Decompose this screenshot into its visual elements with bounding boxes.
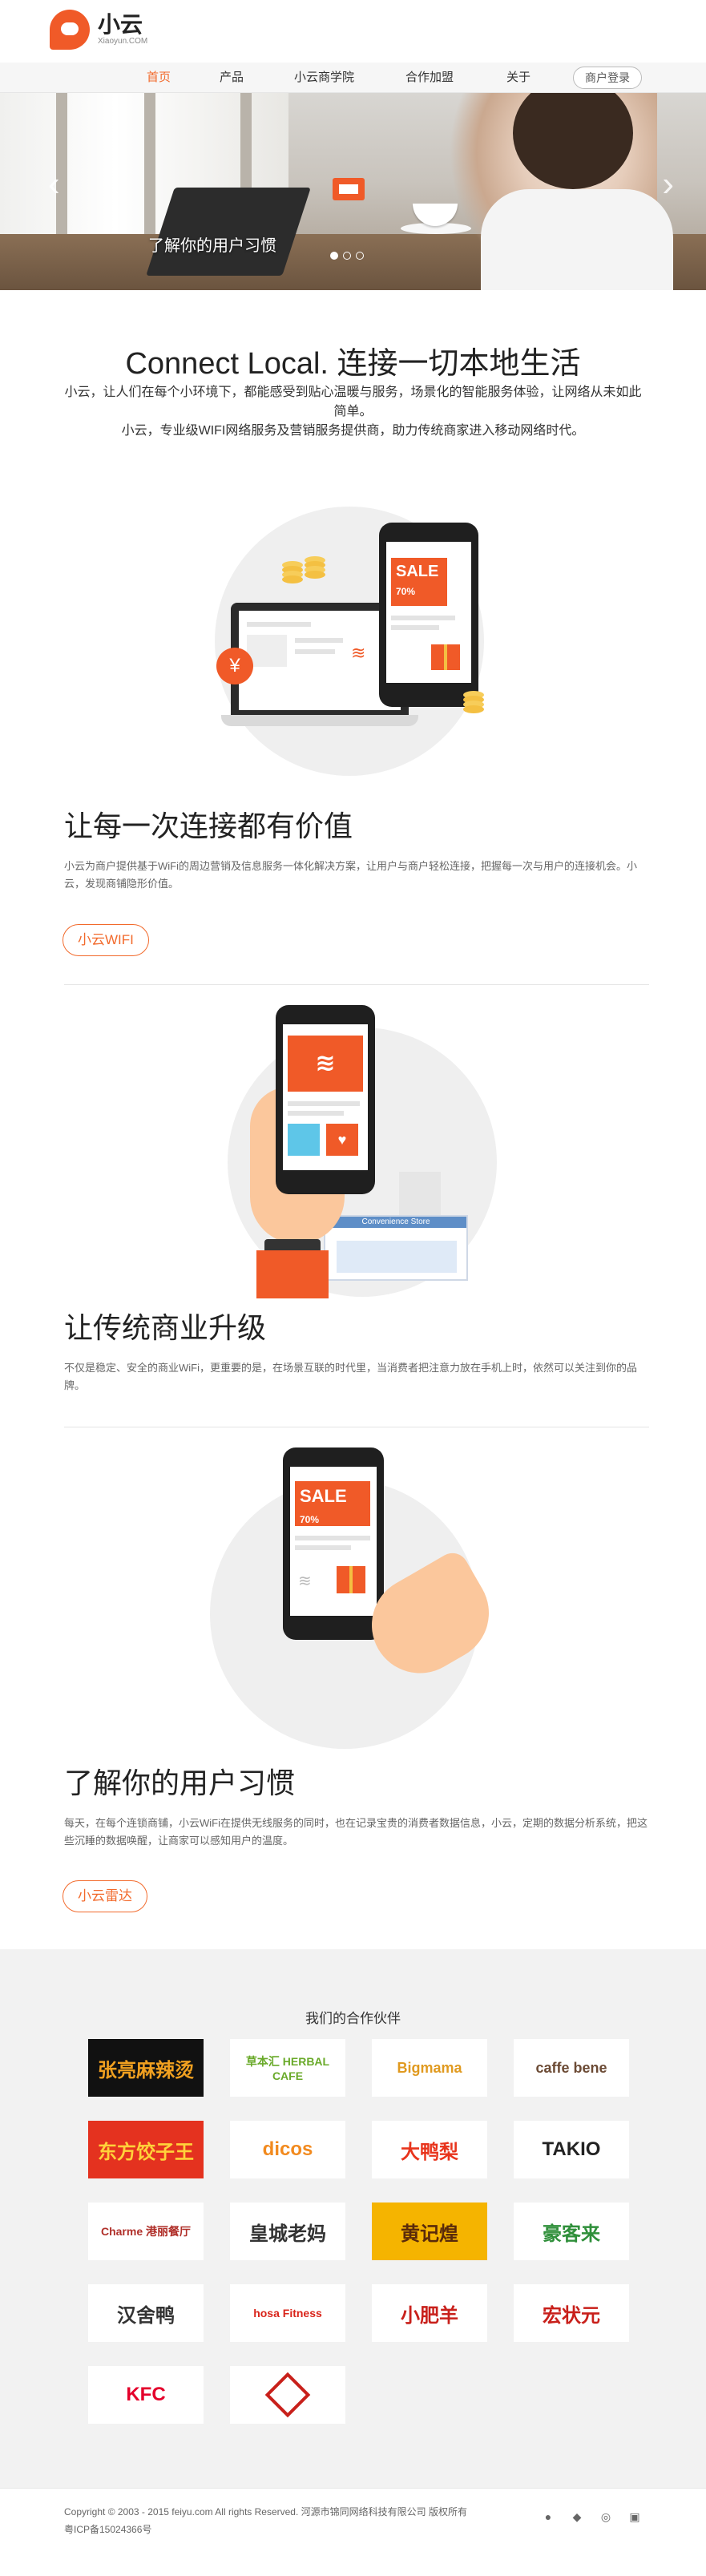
- feature-description: 每天，在每个连锁商铺，小云WiFi在提供无线服务的同时，也在记录宝贵的消费者数据…: [64, 1817, 648, 1847]
- feature-title: 让传统商业升级: [64, 1311, 267, 1344]
- chevron-right-icon[interactable]: ›: [662, 167, 674, 202]
- weibo-icon[interactable]: ◎: [599, 2509, 613, 2524]
- partner-logo[interactable]: 汉舍鸭: [88, 2284, 204, 2342]
- partner-logo[interactable]: 大鸭梨: [372, 2121, 487, 2178]
- carousel-dots: [330, 252, 364, 260]
- partner-logo[interactable]: 东方饺子王: [88, 2121, 204, 2178]
- image-thumbnail: [288, 1124, 320, 1156]
- partner-logo[interactable]: KFC: [88, 2366, 204, 2424]
- sale-label: SALE: [396, 563, 439, 580]
- gift-icon: [431, 644, 460, 670]
- wechat-icon[interactable]: ●: [541, 2509, 555, 2524]
- store-sign: Convenience Store: [325, 1217, 466, 1228]
- hero-photo-laptop: [146, 188, 311, 276]
- qq-icon[interactable]: ◆: [570, 2509, 584, 2524]
- partner-logo[interactable]: 小肥羊: [372, 2284, 487, 2342]
- partner-logo[interactable]: TAKIO: [514, 2121, 629, 2178]
- partner-logo[interactable]: 黄记煌: [372, 2203, 487, 2260]
- partner-logo[interactable]: Charme 港丽餐厅: [88, 2203, 204, 2260]
- feature-description: 不仅是稳定、安全的商业WiFi，更重要的是，在场景互联的时代里，当消费者把注意力…: [64, 1362, 637, 1391]
- merchant-login-button[interactable]: 商户登录: [573, 67, 642, 89]
- intro-paragraph-2: 小云，专业级WIFI网络服务及营销服务提供商，助力传统商家进入移动网络时代。: [121, 424, 585, 438]
- feature-title: 让每一次连接都有价值: [64, 810, 353, 842]
- main-nav: 首页 产品 小云商学院 合作加盟 关于 商户登录: [0, 63, 706, 93]
- xiaoyun-wifi-button[interactable]: 小云WIFI: [63, 924, 149, 956]
- partner-logo[interactable]: dicos: [230, 2121, 345, 2178]
- feature-description: 小云为商户提供基于WiFi的周边营销及信息服务一体化解决方案，让用户与商户轻松连…: [64, 860, 637, 890]
- yen-icon: ¥: [216, 648, 253, 684]
- gift-icon: [337, 1566, 365, 1593]
- hero-caption: 了解你的用户习惯: [148, 237, 276, 255]
- hero-carousel[interactable]: 了解你的用户习惯 ‹ ›: [0, 93, 706, 290]
- nav-item-partnership[interactable]: 合作加盟: [405, 63, 454, 93]
- partner-logo[interactable]: hosa Fitness: [230, 2284, 345, 2342]
- brand-logo[interactable]: 小云 Xiaoyun.COM: [50, 10, 147, 50]
- partners-title: 我们的合作伙伴: [305, 2011, 401, 2026]
- discount-label: 70%: [300, 1514, 320, 1525]
- partners-section: 我们的合作伙伴 张亮麻辣烫 草本汇 HERBAL CAFE Bigmama caffe…: [0, 1949, 706, 2488]
- discount-label: 70%: [396, 586, 416, 597]
- carousel-dot[interactable]: [356, 252, 364, 260]
- wifi-icon: ≋: [298, 1573, 312, 1590]
- partner-logo[interactable]: [230, 2366, 345, 2424]
- brand-name: 小云: [98, 12, 143, 37]
- social-icons: ● ◆ ◎ ▣: [541, 2509, 642, 2524]
- feature-title: 了解你的用户习惯: [64, 1766, 296, 1799]
- nav-item-home[interactable]: 首页: [147, 63, 171, 93]
- partner-logo[interactable]: 草本汇 HERBAL CAFE: [230, 2039, 345, 2097]
- partner-logo[interactable]: Bigmama: [372, 2039, 487, 2097]
- partner-logo[interactable]: 张亮麻辣烫: [88, 2039, 204, 2097]
- heart-icon: ♥: [326, 1124, 358, 1156]
- icp-license-text[interactable]: 粤ICP备15024366号: [64, 2521, 513, 2538]
- nav-item-products[interactable]: 产品: [220, 63, 244, 93]
- wifi-icon: ≋: [351, 643, 366, 663]
- header: 小云 Xiaoyun.COM: [0, 0, 706, 63]
- intro-paragraph-1: 小云，让人们在每个小环境下，都能感受到贴心温暖与服务，场景化的智能服务体验，让网…: [64, 386, 642, 418]
- partner-logo[interactable]: 宏状元: [514, 2284, 629, 2342]
- xiaoyun-radar-button[interactable]: 小云雷达: [63, 1880, 147, 1912]
- partner-logo[interactable]: 豪客来: [514, 2203, 629, 2260]
- brand-domain: Xiaoyun.COM: [98, 37, 148, 46]
- intro-title: Connect Local. 连接一切本地生活: [125, 347, 581, 381]
- nav-item-about[interactable]: 关于: [506, 63, 531, 93]
- partner-logo[interactable]: caffe bene: [514, 2039, 629, 2097]
- copyright-text: Copyright © 2003 - 2015 feiyu.com All ri…: [64, 2506, 467, 2517]
- tencent-weibo-icon[interactable]: ▣: [627, 2509, 642, 2524]
- carousel-dot[interactable]: [330, 252, 338, 260]
- partner-logo[interactable]: 皇城老妈: [230, 2203, 345, 2260]
- footer: Copyright © 2003 - 2015 feiyu.com All ri…: [0, 2488, 706, 2576]
- sale-label: SALE: [300, 1486, 347, 1506]
- nav-item-academy[interactable]: 小云商学院: [294, 63, 354, 93]
- divider: [64, 984, 649, 985]
- wifi-icon: ≋: [288, 1036, 363, 1092]
- carousel-dot[interactable]: [343, 252, 351, 260]
- hero-photo-card: [333, 178, 365, 200]
- page: 小云 Xiaoyun.COM 首页 产品 小云商学院 合作加盟 关于 商户登录 …: [0, 0, 706, 2576]
- partner-logo-mark: [264, 2372, 311, 2418]
- cloud-logo-icon: [50, 10, 90, 50]
- chevron-left-icon[interactable]: ‹: [48, 167, 60, 202]
